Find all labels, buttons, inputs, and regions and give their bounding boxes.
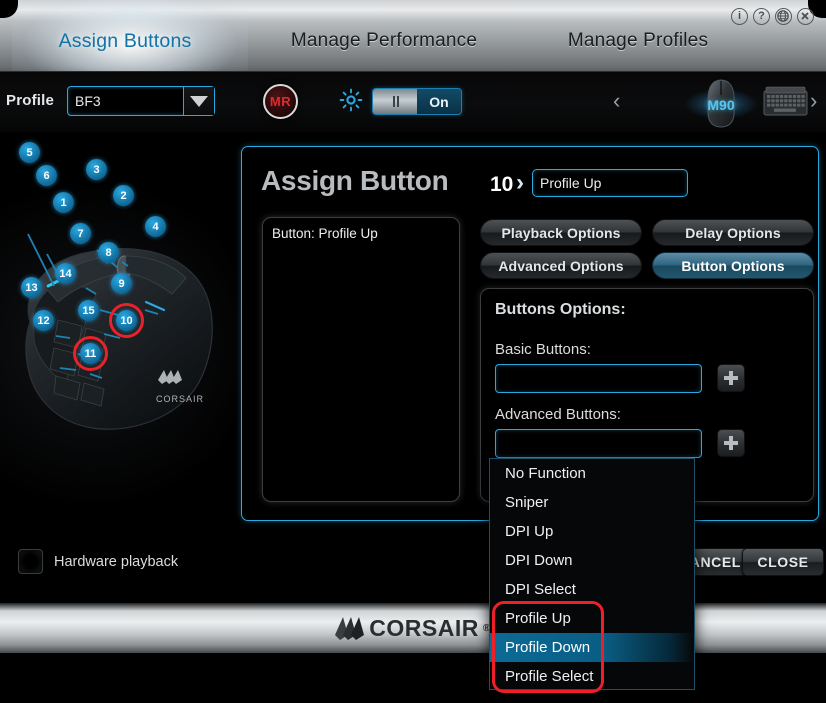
close-icon[interactable] bbox=[797, 8, 814, 25]
mouse-callout-5[interactable]: 5 bbox=[19, 142, 40, 163]
dropdown-item-no-function[interactable]: No Function bbox=[490, 459, 694, 488]
titlebar-corner-left bbox=[0, 0, 18, 18]
basic-buttons-input[interactable] bbox=[495, 364, 702, 393]
title-bar: i ? Assign Buttons Manage Performance Ma… bbox=[0, 0, 826, 72]
add-basic-button[interactable] bbox=[717, 364, 745, 392]
annotation-ring-button-11 bbox=[73, 336, 108, 371]
basic-buttons-label: Basic Buttons: bbox=[495, 341, 591, 358]
macro-action-list[interactable]: Button: Profile Up bbox=[262, 217, 460, 502]
chevron-down-icon bbox=[190, 95, 208, 107]
mouse-callout-8[interactable]: 8 bbox=[98, 242, 119, 263]
assigned-button-number: 10 bbox=[490, 173, 514, 196]
playback-options-button[interactable]: Playback Options bbox=[480, 219, 642, 246]
annotation-ring-button-10 bbox=[109, 303, 144, 338]
macro-record-button[interactable]: MR bbox=[263, 84, 298, 119]
dropdown-item-profile-select[interactable]: Profile Select bbox=[490, 662, 694, 691]
corsair-logo: CORSAIR ® bbox=[335, 615, 490, 642]
mouse-callout-7[interactable]: 7 bbox=[70, 223, 91, 244]
corsair-sails-icon bbox=[335, 617, 365, 640]
hardware-playback-row[interactable]: Hardware playback bbox=[18, 549, 178, 574]
help-icon[interactable]: ? bbox=[753, 8, 770, 25]
device-next-arrow[interactable]: › bbox=[810, 88, 817, 114]
mouse-callout-2[interactable]: 2 bbox=[113, 185, 134, 206]
mouse-callout-12[interactable]: 12 bbox=[33, 310, 54, 331]
bottom-fill bbox=[0, 653, 826, 703]
mouse-callout-14[interactable]: 14 bbox=[55, 263, 76, 284]
lighting-toggle[interactable]: On bbox=[372, 88, 462, 115]
profile-dropdown-arrow[interactable] bbox=[183, 87, 214, 115]
hardware-playback-checkbox[interactable] bbox=[18, 549, 43, 574]
button-options-button[interactable]: Button Options bbox=[652, 252, 814, 279]
brightness-sun-icon[interactable] bbox=[339, 88, 363, 112]
advanced-buttons-label: Advanced Buttons: bbox=[495, 406, 621, 423]
advanced-buttons-input[interactable] bbox=[495, 429, 702, 458]
profile-dropdown[interactable]: BF3 bbox=[67, 86, 215, 116]
dropdown-item-dpi-up[interactable]: DPI Up bbox=[490, 517, 694, 546]
mouse-callout-1[interactable]: 1 bbox=[53, 192, 74, 213]
device-m90-label: M90 bbox=[707, 97, 735, 113]
advanced-options-button[interactable]: Advanced Options bbox=[480, 252, 642, 279]
footer-bar: CORSAIR ® bbox=[0, 603, 826, 653]
buttons-options-title: Buttons Options: bbox=[495, 301, 626, 318]
mouse-callout-4[interactable]: 4 bbox=[145, 216, 166, 237]
page-title: Assign Button bbox=[261, 165, 449, 196]
language-globe-icon[interactable] bbox=[775, 8, 792, 25]
mouse-callout-6[interactable]: 6 bbox=[36, 165, 57, 186]
chevron-right-icon: › bbox=[516, 169, 524, 196]
device-keyboard[interactable] bbox=[763, 86, 808, 118]
dropdown-item-profile-up[interactable]: Profile Up bbox=[490, 604, 694, 633]
list-item[interactable]: Button: Profile Up bbox=[272, 226, 450, 241]
mouse-callout-3[interactable]: 3 bbox=[86, 159, 107, 180]
add-advanced-button[interactable] bbox=[717, 429, 745, 457]
profile-label: Profile bbox=[6, 92, 55, 109]
advanced-buttons-dropdown[interactable]: No Function Sniper DPI Up DPI Down DPI S… bbox=[489, 458, 695, 690]
mouse-callout-9[interactable]: 9 bbox=[111, 273, 132, 294]
main-tab-bar: Assign Buttons Manage Performance Manage… bbox=[0, 22, 826, 66]
mouse-callout-15[interactable]: 15 bbox=[78, 300, 99, 321]
delay-options-button[interactable]: Delay Options bbox=[652, 219, 814, 246]
assignment-name-input[interactable]: Profile Up bbox=[532, 169, 688, 197]
dropdown-item-profile-down[interactable]: Profile Down bbox=[490, 633, 694, 662]
dropdown-item-dpi-down[interactable]: DPI Down bbox=[490, 546, 694, 575]
mouse-callout-13[interactable]: 13 bbox=[21, 277, 42, 298]
tab-manage-performance[interactable]: Manage Performance bbox=[250, 22, 518, 52]
toggle-knob bbox=[373, 89, 417, 114]
device-prev-arrow[interactable]: ‹ bbox=[613, 88, 620, 114]
close-button[interactable]: CLOSE bbox=[742, 548, 824, 576]
hardware-playback-label: Hardware playback bbox=[54, 553, 179, 570]
device-m90[interactable]: M90 bbox=[674, 78, 768, 128]
profile-selected-value: BF3 bbox=[75, 93, 101, 109]
mouse-diagram: CORSAIR 5 6 3 1 2 7 4 8 14 9 13 15 12 10… bbox=[0, 132, 240, 542]
dropdown-item-dpi-select[interactable]: DPI Select bbox=[490, 575, 694, 604]
tab-assign-buttons[interactable]: Assign Buttons bbox=[0, 22, 250, 53]
tab-manage-profiles[interactable]: Manage Profiles bbox=[518, 22, 758, 52]
toggle-state-label: On bbox=[417, 89, 461, 114]
window-controls: i ? bbox=[731, 8, 814, 25]
corsair-wordmark: CORSAIR bbox=[369, 614, 479, 641]
svg-text:CORSAIR: CORSAIR bbox=[156, 394, 204, 404]
dropdown-item-sniper[interactable]: Sniper bbox=[490, 488, 694, 517]
info-icon[interactable]: i bbox=[731, 8, 748, 25]
